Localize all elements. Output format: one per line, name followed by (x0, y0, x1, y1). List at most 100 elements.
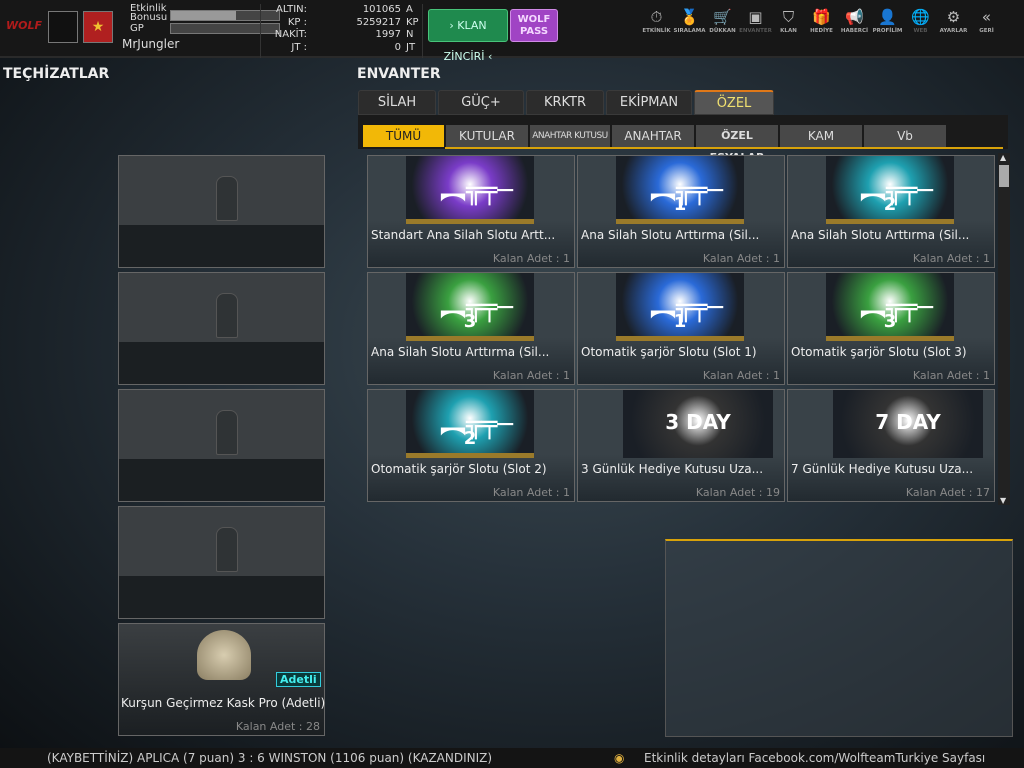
item-count: Kalan Adet : 1 (702, 252, 780, 265)
clan-emblem (48, 11, 78, 43)
subtab-2[interactable]: ANAHTAR KUTUSU (530, 125, 610, 147)
nav-label: HABERCİ (840, 28, 869, 34)
tab-3[interactable]: EKİPMAN (606, 90, 692, 115)
nav-hedi̇ye[interactable]: 🎁 HEDİYE (805, 8, 838, 34)
tab-4[interactable]: ÖZEL (694, 90, 774, 115)
subtab-4[interactable]: ÖZEL EŞYALAR (696, 125, 778, 164)
item-count: Kalan Adet : 1 (492, 252, 570, 265)
inventory-item[interactable]: ︻╦╤─ 1 Otomatik şarjör Slotu (Slot 1) Kalan… (577, 272, 785, 385)
item-count: Kalan Adet : 1 (912, 252, 990, 265)
nav-siralama[interactable]: 🏅 SIRALAMA (673, 8, 706, 34)
item-count: Kalan Adet : 19 (695, 486, 780, 499)
inventory-item[interactable]: ︻╦╤─ Standart Ana Silah Slotu Artt... Kala… (367, 155, 575, 268)
nav-klan[interactable]: ⛉ KLAN (772, 8, 805, 34)
nav-web[interactable]: 🌐 WEB (904, 8, 937, 34)
top-bar: WOLF ★ Etkinlik Bonusu GP MrJungler ALTI… (0, 0, 1024, 63)
subtab-1[interactable]: KUTULAR (446, 125, 528, 147)
nav-icon: 🌐 (911, 8, 930, 26)
tab-2[interactable]: KRKTR (526, 90, 604, 115)
inventory-title: ENVANTER (357, 66, 441, 82)
item-name: Kurşun Geçirmez Kask Pro (Adetli) (121, 696, 326, 710)
nav-icon: ⚙ (946, 8, 961, 26)
item-image: ︻╦╤─ 3 (826, 273, 954, 341)
gp-label: GP (130, 23, 144, 34)
inventory-item[interactable]: ︻╦╤─ 1 Ana Silah Slotu Arttırma (Sil... Kal… (577, 155, 785, 268)
spray-placeholder-icon (216, 293, 238, 338)
scrollbar-thumb[interactable] (999, 165, 1009, 187)
stat-u: KP (406, 16, 419, 28)
item-number: 3 (463, 311, 477, 332)
item-image: 3 DAY (623, 390, 773, 458)
inventory-scrollbar[interactable]: ▲ ▼ (998, 153, 1010, 505)
equipment-slot-empty[interactable] (118, 506, 325, 619)
tab-1[interactable]: GÜÇ+ (438, 90, 524, 115)
subtab-0[interactable]: TÜMÜ (363, 125, 444, 147)
scroll-up-icon[interactable]: ▲ (1000, 153, 1006, 162)
info-icon: ◉ (614, 751, 625, 765)
klan-zinciri-button[interactable]: › KLAN ZİNCİRİ ‹ (428, 9, 508, 63)
inventory-item[interactable]: ︻╦╤─ 3 Ana Silah Slotu Arttırma (Sil... Kal… (367, 272, 575, 385)
item-image: ︻╦╤─ (406, 156, 534, 224)
item-image: ︻╦╤─ 1 (616, 273, 744, 341)
item-name: Ana Silah Slotu Arttırma (Sil... (791, 228, 970, 242)
item-number: 1 (673, 194, 687, 215)
subtab-3[interactable]: ANAHTAR (612, 125, 694, 147)
adetli-badge: Adetli (276, 672, 321, 687)
nav-label: DÜKKAN (709, 28, 736, 34)
equipment-slot-empty[interactable] (118, 389, 325, 502)
inventory-item[interactable]: ︻╦╤─ 2 Ana Silah Slotu Arttırma (Sil... Kal… (787, 155, 995, 268)
nav-icon: 👤 (878, 8, 897, 26)
nav-etki̇nli̇k[interactable]: ⏱ ETKİNLİK (640, 8, 673, 34)
spray-placeholder-icon (216, 176, 238, 221)
nav-icon: ▣ (748, 8, 763, 26)
nav-geri̇[interactable]: « GERİ (970, 8, 1003, 34)
inventory-item[interactable]: 7 DAY 7 Günlük Hediye Kutusu Uza... Kalan … (787, 389, 995, 502)
nav-label: SIRALAMA (673, 28, 706, 34)
item-count: Kalan Adet : 1 (492, 486, 570, 499)
bottom-ticker-bar: (KAYBETTİNİZ) APLICA (7 puan) 3 : 6 WINS… (0, 748, 1024, 768)
item-name: Otomatik şarjör Slotu (Slot 1) (581, 345, 757, 359)
subtab-5[interactable]: KAM (780, 125, 862, 147)
stat-u: N (406, 29, 414, 40)
equipment-slot-empty[interactable] (118, 272, 325, 385)
inventory-item[interactable]: 3 DAY 3 Günlük Hediye Kutusu Uza... Kalan … (577, 389, 785, 502)
stat-row: KP : 5259217 KP (261, 17, 422, 30)
rifle-icon: ︻╦╤─ (440, 176, 513, 206)
item-name: Ana Silah Slotu Arttırma (Sil... (371, 345, 550, 359)
item-name: 7 Günlük Hediye Kutusu Uza... (791, 462, 974, 476)
item-image: ︻╦╤─ 2 (826, 156, 954, 224)
scroll-down-icon[interactable]: ▼ (1000, 496, 1006, 505)
spray-placeholder-icon (216, 527, 238, 572)
subtab-6[interactable]: Vb (864, 125, 946, 147)
inventory-item[interactable]: ︻╦╤─ 3 Otomatik şarjör Slotu (Slot 3) Kalan… (787, 272, 995, 385)
item-name: Standart Ana Silah Slotu Artt... (371, 228, 556, 242)
nav-icon: « (981, 8, 992, 26)
item-count: Kalan Adet : 1 (492, 369, 570, 382)
nav-haberci̇[interactable]: 📢 HABERCİ (838, 8, 871, 34)
nav-label: ENVANTER (739, 28, 772, 34)
nav-dükkan[interactable]: 🛒 DÜKKAN (706, 8, 739, 34)
nav-icon: ⛉ (782, 8, 795, 26)
subtab-underline (445, 147, 1003, 149)
stat-v: 1997 (375, 29, 401, 40)
nav-label: WEB (913, 28, 928, 34)
nav-label: HEDİYE (810, 28, 833, 34)
item-number: 3 DAY (665, 410, 731, 434)
stat-v: 5259217 (356, 16, 401, 28)
inventory-item[interactable]: ︻╦╤─ 2 Otomatik şarjör Slotu (Slot 2) Kalan… (367, 389, 575, 502)
equipment-slot-helmet[interactable]: Adetli Kurşun Geçirmez Kask Pro (Adetli) K… (118, 623, 325, 736)
nav-ayarlar[interactable]: ⚙ AYARLAR (937, 8, 970, 34)
nav-envanter[interactable]: ▣ ENVANTER (739, 8, 772, 34)
nav-profi̇li̇m[interactable]: 👤 PROFİLİM (871, 8, 904, 34)
item-number: 2 (883, 194, 897, 215)
wolf-pass-button[interactable]: WOLF PASS (510, 9, 558, 42)
stat-v: 101065 (362, 4, 401, 15)
username: MrJungler (122, 37, 180, 51)
stat-k: KP : (287, 16, 307, 28)
stat-u: A (406, 4, 413, 15)
tab-0[interactable]: SİLAH (358, 90, 436, 115)
currency-stats: ALTIN: 101065 A KP : 5259217 KP NAKİT: 1997 N JT … (260, 4, 423, 58)
bonus-label: Etkinlik Bonusu (130, 3, 168, 23)
equipment-slot-empty[interactable] (118, 155, 325, 268)
nav-icon: 🏅 (680, 8, 699, 26)
